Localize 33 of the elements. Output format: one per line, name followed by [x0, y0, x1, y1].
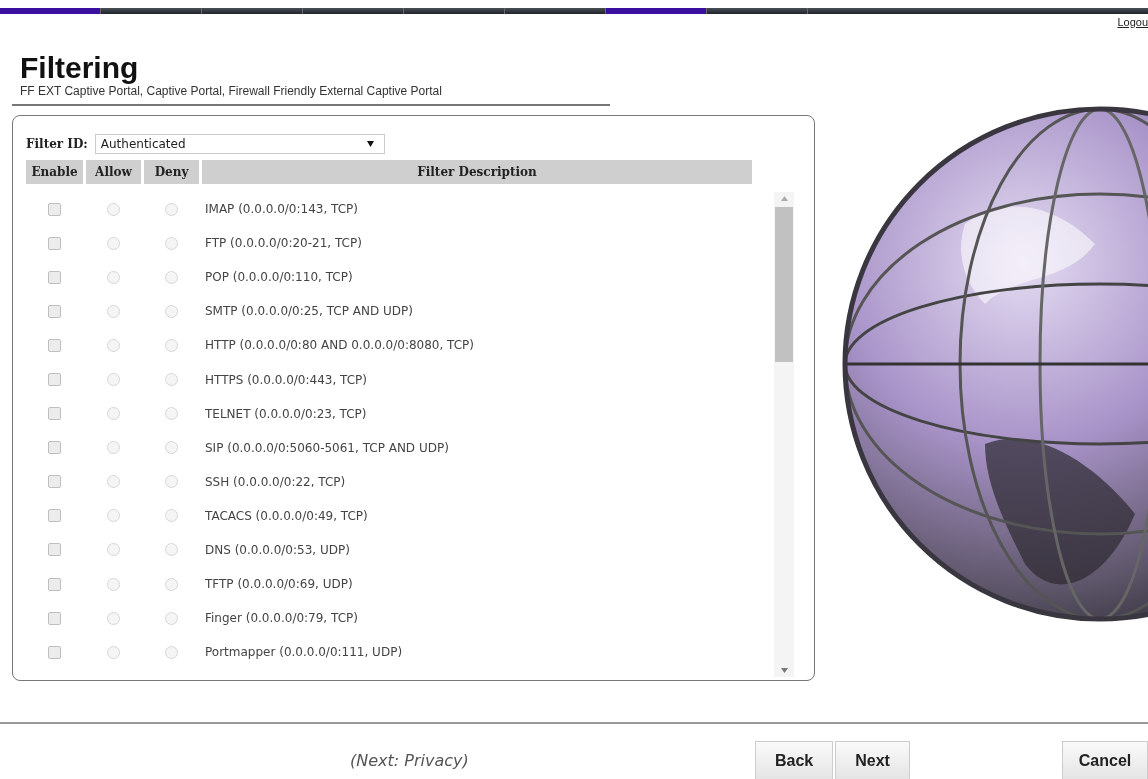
scrollbar-thumb[interactable] [775, 207, 794, 362]
column-header: Enable [26, 160, 83, 184]
next-step-hint: (Next: Privacy) [350, 751, 469, 770]
column-header: Allow [86, 160, 141, 184]
next-button[interactable]: Next [835, 741, 910, 779]
column-header: Deny [144, 160, 199, 184]
nav-tab[interactable] [606, 8, 707, 14]
filter-description: SMTP (0.0.0.0/0:25, TCP AND UDP) [205, 304, 413, 319]
filter-description: IMAP (0.0.0.0/0:143, TCP) [205, 202, 358, 217]
filter-description: TFTP (0.0.0.0/0:69, UDP) [205, 577, 353, 592]
filter-description: SIP (0.0.0.0/0:5060-5061, TCP AND UDP) [205, 440, 449, 455]
filter-description: DNS (0.0.0.0/0:53, UDP) [205, 543, 350, 557]
filter-description: TACACS (0.0.0.0/0:49, TCP) [205, 508, 368, 523]
filter-id-label: Filter ID: [26, 137, 88, 151]
filter-description: HTTP (0.0.0.0/0:80 AND 0.0.0.0/0:8080, TCP) [205, 338, 475, 353]
logout-link[interactable]: Logou [1117, 16, 1148, 28]
filter-id-dropdown[interactable]: Authenticated [94, 134, 385, 154]
column-header: Filter Description [202, 160, 752, 184]
back-button[interactable]: Back [755, 741, 834, 779]
nav-tab[interactable] [0, 8, 101, 14]
filter-description: Portmapper (0.0.0.0/0:111, UDP) [205, 645, 403, 660]
filter-description: HTTPS (0.0.0.0/0:443, TCP) [205, 372, 367, 387]
filter-description: SSH (0.0.0.0/0:22, TCP) [205, 474, 346, 489]
scroll-down-icon[interactable] [780, 668, 788, 673]
scroll-up-icon[interactable] [780, 196, 788, 201]
filter-description: FTP (0.0.0.0/0:20-21, TCP) [205, 236, 362, 251]
scrollbar[interactable] [774, 192, 794, 677]
filter-description: TELNET (0.0.0.0/0:23, TCP) [205, 406, 367, 421]
cancel-button[interactable]: Cancel [1062, 741, 1148, 779]
page-subtitle: FF EXT Captive Portal, Captive Portal, Firewall Friendly External Captive Portal [20, 84, 443, 98]
filter-description: POP (0.0.0.0/0:110, TCP) [205, 270, 353, 285]
filter-description: Finger (0.0.0.0/0:79, TCP) [205, 611, 358, 626]
caret-icon [366, 141, 374, 147]
